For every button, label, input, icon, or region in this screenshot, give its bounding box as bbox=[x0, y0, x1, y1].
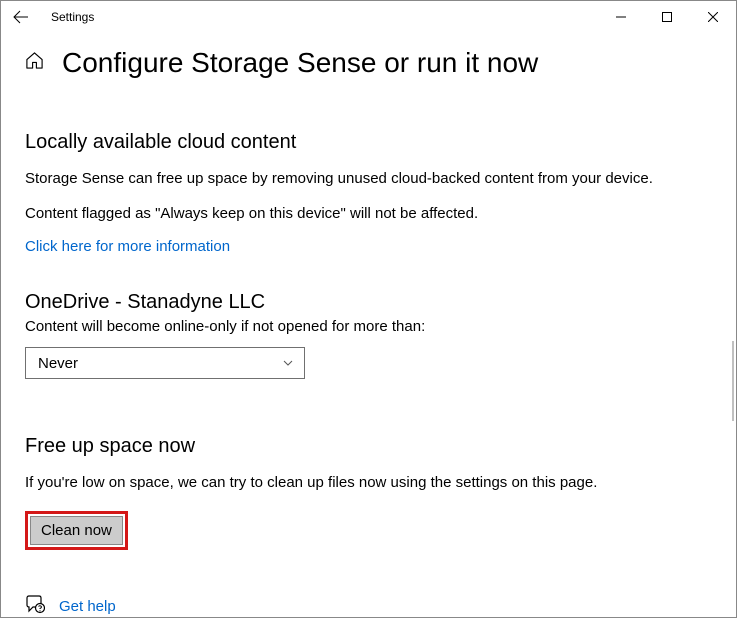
maximize-button[interactable] bbox=[644, 1, 690, 33]
free-up-description: If you're low on space, we can try to cl… bbox=[25, 472, 712, 493]
chevron-down-icon bbox=[282, 357, 294, 369]
cloud-content-heading: Locally available cloud content bbox=[25, 131, 712, 154]
back-arrow-icon bbox=[13, 9, 29, 25]
clean-now-button[interactable]: Clean now bbox=[30, 516, 123, 545]
window-controls bbox=[598, 1, 736, 33]
content-area: Locally available cloud content Storage … bbox=[1, 131, 736, 619]
cloud-content-line2: Content flagged as "Always keep on this … bbox=[25, 203, 712, 224]
scrollbar[interactable] bbox=[732, 341, 734, 421]
more-info-link[interactable]: Click here for more information bbox=[25, 238, 230, 255]
window-title: Settings bbox=[51, 10, 94, 24]
select-value: Never bbox=[38, 355, 78, 372]
onedrive-description: Content will become online-only if not o… bbox=[25, 318, 712, 335]
page-title: Configure Storage Sense or run it now bbox=[62, 47, 538, 79]
get-help-link[interactable]: Get help bbox=[59, 598, 116, 615]
help-row: Get help bbox=[25, 594, 712, 619]
close-button[interactable] bbox=[690, 1, 736, 33]
cloud-content-line1: Storage Sense can free up space by remov… bbox=[25, 168, 712, 189]
minimize-button[interactable] bbox=[598, 1, 644, 33]
clean-now-highlight: Clean now bbox=[25, 511, 128, 550]
home-icon[interactable] bbox=[25, 51, 44, 75]
onedrive-threshold-select[interactable]: Never bbox=[25, 347, 305, 379]
free-up-heading: Free up space now bbox=[25, 435, 712, 458]
minimize-icon bbox=[616, 12, 626, 22]
help-icon bbox=[25, 594, 45, 619]
back-button[interactable] bbox=[1, 1, 41, 33]
page-header: Configure Storage Sense or run it now bbox=[1, 33, 736, 89]
titlebar: Settings bbox=[1, 1, 736, 33]
onedrive-heading: OneDrive - Stanadyne LLC bbox=[25, 291, 712, 314]
close-icon bbox=[708, 12, 718, 22]
maximize-icon bbox=[662, 12, 672, 22]
